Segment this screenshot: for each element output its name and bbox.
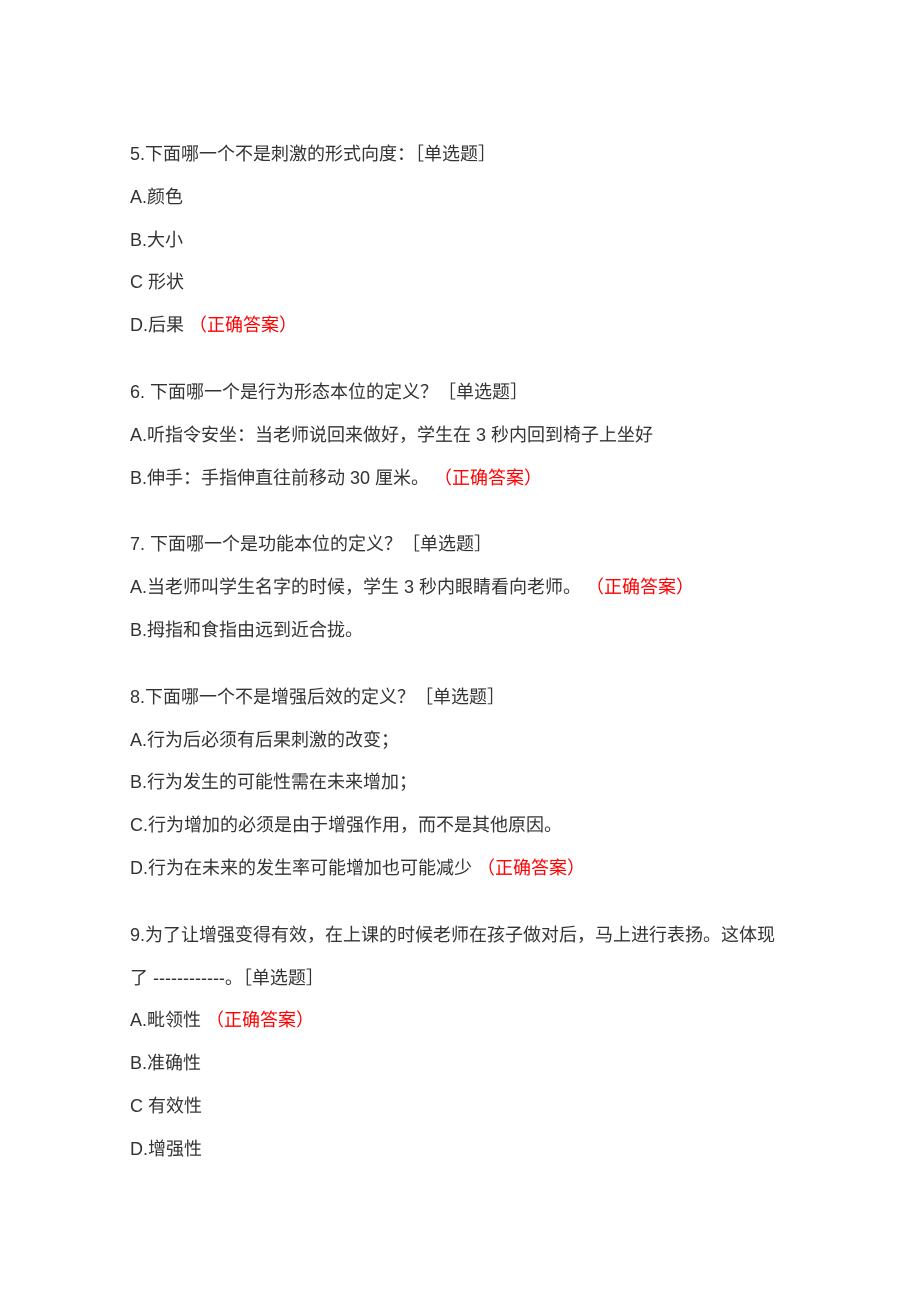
question-prompt-line1: 9.为了让增强变得有效，在上课的时候老师在孩子做对后，马上进行表扬。这体现	[130, 921, 790, 950]
question-prompt: 5.下面哪一个不是刺激的形式向度：［单选题］	[130, 140, 790, 169]
option-label: B.大小	[130, 230, 183, 250]
option-a: A.行为后必须有后果刺激的改变；	[130, 726, 790, 755]
option-c: C.行为增加的必须是由于增强作用，而不是其他原因。	[130, 811, 790, 840]
option-a: A.颜色	[130, 183, 790, 212]
option-label: B.拇指和食指由远到近合拢。	[130, 620, 363, 640]
option-b: B.拇指和食指由远到近合拢。	[130, 616, 790, 645]
option-a: A.毗领性 （正确答案）	[130, 1006, 790, 1035]
option-label: A.当老师叫学生名字的时候，学生 3 秒内眼睛看向老师。	[130, 577, 581, 597]
option-label: D.后果	[130, 315, 184, 335]
option-label: A.颜色	[130, 187, 183, 207]
question-6: 6. 下面哪一个是行为形态本位的定义？［单选题］ A.听指令安坐：当老师说回来做…	[130, 378, 790, 492]
option-label: A.毗领性	[130, 1010, 201, 1030]
answer-marker: （正确答案）	[586, 577, 694, 597]
answer-marker: （正确答案）	[206, 1010, 314, 1030]
question-prompt: 8.下面哪一个不是增强后效的定义？［单选题］	[130, 683, 790, 712]
option-label: C.行为增加的必须是由于增强作用，而不是其他原因。	[130, 815, 562, 835]
option-b: B.大小	[130, 226, 790, 255]
option-label: A.行为后必须有后果刺激的改变；	[130, 730, 399, 750]
option-a: A.听指令安坐：当老师说回来做好，学生在 3 秒内回到椅子上坐好	[130, 421, 790, 450]
option-label: C 形状	[130, 272, 184, 292]
option-label: C 有效性	[130, 1096, 202, 1116]
question-prompt: 7. 下面哪一个是功能本位的定义？［单选题］	[130, 530, 790, 559]
option-c: C 形状	[130, 268, 790, 297]
option-label: B.伸手：手指伸直往前移动 30 厘米。	[130, 468, 429, 488]
option-label: D.增强性	[130, 1139, 202, 1159]
question-9: 9.为了让增强变得有效，在上课的时候老师在孩子做对后，马上进行表扬。这体现 了 …	[130, 921, 790, 1164]
option-b: B.伸手：手指伸直往前移动 30 厘米。 （正确答案）	[130, 464, 790, 493]
question-prompt-line2: 了 ------------。［单选题］	[130, 964, 790, 993]
option-label: A.听指令安坐：当老师说回来做好，学生在 3 秒内回到椅子上坐好	[130, 425, 653, 445]
question-8: 8.下面哪一个不是增强后效的定义？［单选题］ A.行为后必须有后果刺激的改变； …	[130, 683, 790, 883]
answer-marker: （正确答案）	[189, 315, 297, 335]
answer-marker: （正确答案）	[477, 858, 585, 878]
option-label: B.行为发生的可能性需在未来增加；	[130, 772, 417, 792]
answer-marker: （正确答案）	[434, 468, 542, 488]
option-d: D.后果 （正确答案）	[130, 311, 790, 340]
question-7: 7. 下面哪一个是功能本位的定义？［单选题］ A.当老师叫学生名字的时候，学生 …	[130, 530, 790, 644]
option-b: B.准确性	[130, 1049, 790, 1078]
option-d: D.增强性	[130, 1135, 790, 1164]
option-d: D.行为在未来的发生率可能增加也可能减少 （正确答案）	[130, 854, 790, 883]
option-b: B.行为发生的可能性需在未来增加；	[130, 768, 790, 797]
question-5: 5.下面哪一个不是刺激的形式向度：［单选题］ A.颜色 B.大小 C 形状 D.…	[130, 140, 790, 340]
option-label: B.准确性	[130, 1053, 201, 1073]
option-c: C 有效性	[130, 1092, 790, 1121]
option-a: A.当老师叫学生名字的时候，学生 3 秒内眼睛看向老师。 （正确答案）	[130, 573, 790, 602]
option-label: D.行为在未来的发生率可能增加也可能减少	[130, 858, 472, 878]
question-prompt: 6. 下面哪一个是行为形态本位的定义？［单选题］	[130, 378, 790, 407]
